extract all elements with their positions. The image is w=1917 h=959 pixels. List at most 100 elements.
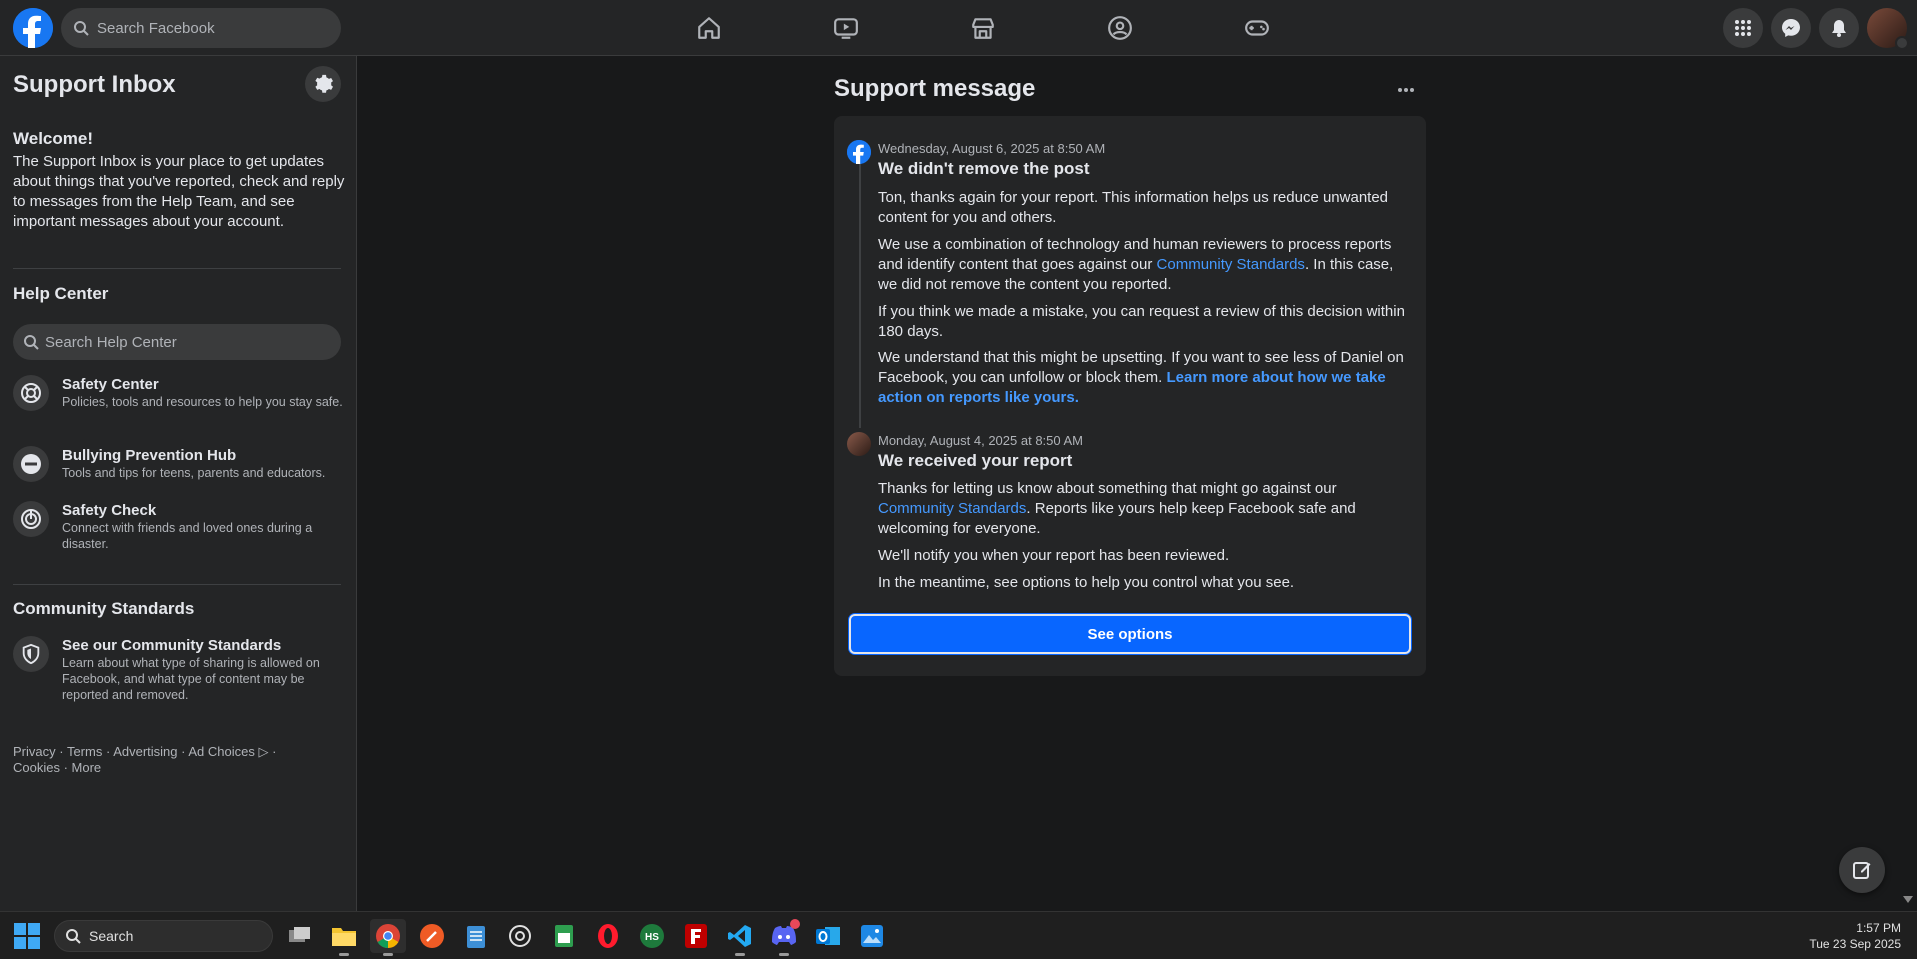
main-nav-tabs [640,0,1325,56]
more-options-button[interactable] [1392,78,1420,102]
message-date: Wednesday, August 6, 2025 at 8:50 AM [878,141,1106,156]
community-standards-heading: Community Standards [13,599,195,618]
messenger-icon [1782,19,1800,37]
terms-link[interactable]: Terms [67,744,102,759]
help-item-desc: Policies, tools and resources to help yo… [62,395,343,409]
community-item-title: See our Community Standards [62,637,282,654]
grid-menu-icon [1735,20,1751,36]
paragraph-text: Thanks for letting us know about somethi… [878,480,1337,497]
message-paragraph: We understand that this might be upsetti… [878,348,1408,408]
help-center-heading: Help Center [13,284,109,303]
community-standards-inline-link[interactable]: Community Standards [1157,256,1305,273]
advertising-link[interactable]: Advertising [113,744,177,759]
svg-text:HS: HS [645,932,659,943]
system-clock[interactable]: 1:57 PM Tue 23 Sep 2025 [1809,920,1901,952]
hs-app-icon[interactable]: HS [634,919,670,953]
discord-icon[interactable] [766,919,802,956]
messenger-button[interactable] [1771,8,1811,48]
see-options-button[interactable]: See options [849,614,1411,654]
marketplace-tab[interactable] [914,0,1051,56]
search-icon [66,929,81,944]
clock-date: Tue 23 Sep 2025 [1809,937,1901,951]
ad-choices-link[interactable]: Ad Choices [188,744,254,759]
chrome-icon[interactable] [370,919,406,956]
postman-icon[interactable] [414,919,450,953]
message-title: We received your report [878,451,1073,470]
gamepad-icon [1244,20,1269,36]
video-icon [833,18,858,39]
vscode-icon[interactable] [722,919,758,956]
community-item-desc: Learn about what type of sharing is allo… [62,656,320,702]
message-paragraph: In the meantime, see options to help you… [878,574,1295,591]
notepad-icon[interactable] [458,919,494,953]
help-item-desc: Tools and tips for teens, parents and ed… [62,466,326,480]
divider [13,268,341,269]
message-title: We didn't remove the post [878,159,1090,178]
scroll-down-arrow-icon[interactable] [1903,896,1913,903]
file-explorer-icon[interactable] [326,919,362,956]
watch-tab[interactable] [777,0,914,56]
compose-icon [1853,862,1871,879]
more-link[interactable]: More [72,760,102,775]
message-paragraph: Thanks for letting us know about somethi… [878,479,1408,539]
new-message-button[interactable] [1839,847,1885,893]
help-item-title: Bullying Prevention Hub [62,447,237,464]
taskbar-search-label: Search [89,928,134,944]
task-view-icon[interactable] [282,919,318,953]
page-title: Support message [834,75,1036,102]
welcome-heading: Welcome! [13,129,93,148]
notifications-button[interactable] [1819,8,1859,48]
sidebar-title: Support Inbox [13,71,176,98]
opera-icon[interactable] [590,919,626,953]
footer-links: Privacy · Terms · Advertising · Ad Choic… [13,744,277,775]
support-inbox-sidebar: Support Inbox Welcome! The Support Inbox… [0,56,357,911]
help-item-safety-check[interactable]: Safety Check Connect with friends and lo… [13,501,343,552]
message-date: Monday, August 4, 2025 at 8:50 AM [878,433,1084,448]
community-standards-inline-link[interactable]: Community Standards [878,500,1026,517]
home-tab[interactable] [640,0,777,56]
gaming-tab[interactable] [1188,0,1325,56]
settings-button[interactable] [305,66,341,102]
search-icon [74,21,89,36]
chevron-down-icon [1895,36,1909,50]
windows-start-icon[interactable] [14,923,40,949]
bell-icon [1832,20,1846,37]
facebook-avatar-icon [847,140,871,164]
help-center-search-placeholder: Search Help Center [45,333,177,351]
groups-tab[interactable] [1051,0,1188,56]
message-paragraph: We use a combination of technology and h… [878,235,1408,295]
taskbar-search[interactable]: Search [54,920,273,952]
timeline-connector [859,163,861,428]
notification-badge [790,919,800,929]
search-icon [24,335,39,350]
help-item-bullying-prevention[interactable]: Bullying Prevention Hub Tools and tips f… [13,446,343,482]
help-item-safety-center[interactable]: Safety Center Policies, tools and resour… [13,375,343,411]
top-navigation-bar: Search Facebook [0,0,1917,56]
home-icon [697,17,720,39]
message-paragraph: We'll notify you when your report has be… [878,547,1230,564]
outlook-icon[interactable] [810,919,846,953]
help-item-title: Safety Center [62,376,159,393]
taskbar-apps: HS [282,919,890,956]
shield-icon [13,636,49,672]
profile-avatar[interactable] [1867,8,1909,50]
message-paragraph: Ton, thanks again for your report. This … [878,189,1389,226]
message-paragraph: If you think we made a mistake, you can … [878,303,1405,340]
community-standards-link[interactable]: See our Community Standards Learn about … [13,636,343,703]
help-item-desc: Connect with friends and loved ones duri… [62,521,313,551]
sheets-icon[interactable] [546,919,582,953]
account-controls [1723,8,1909,50]
groups-icon [1107,16,1132,40]
filezilla-icon[interactable] [678,919,714,953]
cookies-link[interactable]: Cookies [13,760,60,775]
photos-icon[interactable] [854,919,890,953]
facebook-logo-icon[interactable] [13,8,53,48]
menu-button[interactable] [1723,8,1763,48]
welcome-text: The Support Inbox is your place to get u… [13,153,345,230]
chatgpt-icon[interactable] [502,919,538,953]
help-center-search-input[interactable]: Search Help Center [13,324,341,360]
gear-icon [315,74,333,93]
facebook-search-placeholder: Search Facebook [97,19,215,37]
facebook-search-input[interactable]: Search Facebook [61,8,341,48]
privacy-link[interactable]: Privacy [13,744,56,759]
